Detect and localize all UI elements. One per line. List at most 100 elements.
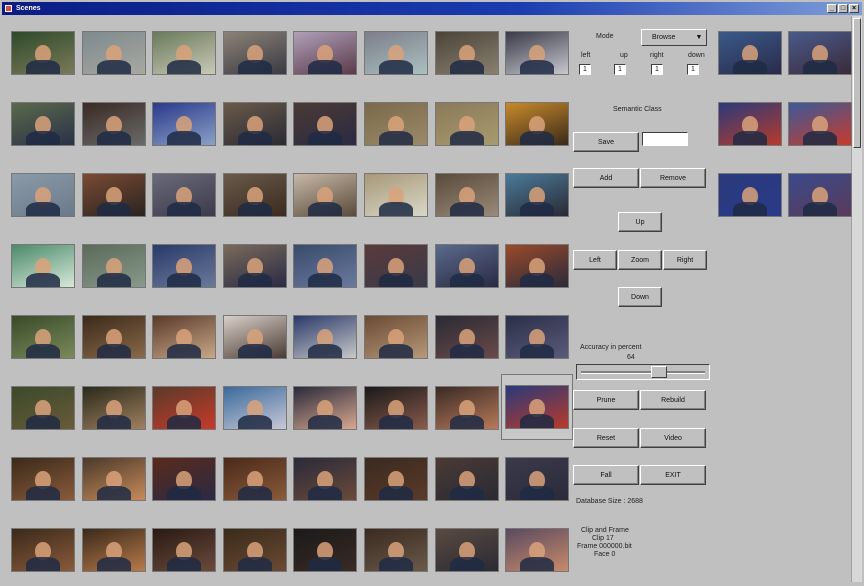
thumbnail[interactable] (11, 386, 75, 430)
thumbnail[interactable] (11, 457, 75, 501)
thumbnail[interactable] (81, 102, 146, 146)
thumbnail[interactable] (718, 102, 782, 146)
prune-button[interactable]: Prune (573, 390, 639, 410)
thumbnail[interactable] (788, 102, 852, 146)
thumbnail[interactable] (81, 315, 146, 359)
thumbnail[interactable] (788, 173, 852, 217)
thumbnail[interactable] (222, 244, 287, 288)
vertical-scrollbar[interactable] (851, 16, 862, 582)
semantic-class-input[interactable] (642, 132, 688, 146)
accuracy-value: 64 (627, 354, 635, 361)
thumbnail[interactable] (505, 173, 570, 217)
thumbnail[interactable] (434, 528, 499, 572)
thumbnail[interactable] (222, 31, 287, 75)
left-button[interactable]: Left (573, 250, 617, 270)
reset-button[interactable]: Reset (573, 428, 639, 448)
thumbnail[interactable] (505, 528, 570, 572)
thumbnail[interactable] (718, 31, 782, 75)
thumbnail[interactable] (434, 457, 499, 501)
thumbnail[interactable] (718, 173, 782, 217)
thumbnail[interactable] (364, 315, 428, 359)
thumbnail[interactable] (434, 173, 499, 217)
right-number-field[interactable]: 1 (651, 64, 663, 75)
add-button[interactable]: Add (573, 168, 639, 188)
thumbnail[interactable] (81, 386, 146, 430)
save-button[interactable]: Save (573, 132, 639, 152)
thumbnail[interactable] (364, 244, 428, 288)
thumbnail[interactable] (293, 315, 358, 359)
thumbnail[interactable] (293, 31, 358, 75)
remove-button[interactable]: Remove (640, 168, 706, 188)
thumbnail[interactable] (788, 31, 852, 75)
thumbnail[interactable] (293, 173, 358, 217)
thumbnail[interactable] (81, 244, 146, 288)
thumbnail[interactable] (222, 102, 287, 146)
selected-thumbnail[interactable] (505, 385, 569, 429)
right-button[interactable]: Right (663, 250, 707, 270)
thumbnail[interactable] (11, 102, 75, 146)
thumbnail-body (308, 557, 343, 571)
title-bar[interactable]: Scenes _ □ × (2, 2, 862, 15)
thumbnail[interactable] (222, 528, 287, 572)
left-number-field[interactable]: 1 (579, 64, 591, 75)
thumbnail[interactable] (434, 386, 499, 430)
thumbnail[interactable] (222, 386, 287, 430)
thumbnail[interactable] (222, 457, 287, 501)
thumbnail[interactable] (152, 315, 217, 359)
thumbnail[interactable] (505, 457, 570, 501)
up-button[interactable]: Up (618, 212, 662, 232)
thumbnail[interactable] (152, 528, 217, 572)
thumbnail[interactable] (434, 315, 499, 359)
thumbnail[interactable] (11, 315, 75, 359)
thumbnail[interactable] (152, 386, 217, 430)
thumbnail[interactable] (293, 457, 358, 501)
thumbnail[interactable] (152, 244, 217, 288)
down-button[interactable]: Down (618, 287, 662, 307)
scrollbar-thumb[interactable] (853, 18, 861, 148)
thumbnail[interactable] (293, 244, 358, 288)
thumbnail[interactable] (81, 528, 146, 572)
thumbnail[interactable] (11, 173, 75, 217)
accuracy-slider[interactable] (576, 364, 710, 380)
thumbnail[interactable] (505, 102, 570, 146)
thumbnail[interactable] (81, 173, 146, 217)
thumbnail[interactable] (11, 244, 75, 288)
close-icon[interactable]: × (849, 4, 859, 13)
thumbnail[interactable] (434, 31, 499, 75)
thumbnail[interactable] (505, 244, 570, 288)
thumbnail[interactable] (152, 173, 217, 217)
thumbnail[interactable] (364, 528, 428, 572)
thumbnail[interactable] (364, 173, 428, 217)
thumbnail[interactable] (152, 102, 217, 146)
exit-button[interactable]: EXIT (640, 465, 706, 485)
thumbnail[interactable] (11, 31, 75, 75)
up-number-field[interactable]: 1 (614, 64, 626, 75)
thumbnail[interactable] (152, 457, 217, 501)
thumbnail[interactable] (434, 102, 499, 146)
maximize-icon[interactable]: □ (838, 4, 848, 13)
thumbnail[interactable] (222, 315, 287, 359)
thumbnail[interactable] (364, 102, 428, 146)
thumbnail[interactable] (505, 315, 570, 359)
thumbnail[interactable] (364, 457, 428, 501)
zoom-button[interactable]: Zoom (618, 250, 662, 270)
thumbnail[interactable] (11, 528, 75, 572)
thumbnail[interactable] (81, 457, 146, 501)
thumbnail[interactable] (434, 244, 499, 288)
mode-select[interactable]: Browse ▼ (641, 29, 707, 46)
thumbnail[interactable] (222, 173, 287, 217)
thumbnail[interactable] (505, 31, 570, 75)
thumbnail[interactable] (293, 386, 358, 430)
thumbnail[interactable] (364, 386, 428, 430)
down-number-field[interactable]: 1 (687, 64, 699, 75)
thumbnail[interactable] (81, 31, 146, 75)
slider-thumb[interactable] (651, 366, 668, 378)
minimize-icon[interactable]: _ (827, 4, 837, 13)
thumbnail[interactable] (293, 102, 358, 146)
thumbnail[interactable] (293, 528, 358, 572)
thumbnail[interactable] (152, 31, 217, 75)
thumbnail[interactable] (364, 31, 428, 75)
rebuild-button[interactable]: Rebuild (640, 390, 706, 410)
fall-button[interactable]: Fall (573, 465, 639, 485)
video-button[interactable]: Video (640, 428, 706, 448)
